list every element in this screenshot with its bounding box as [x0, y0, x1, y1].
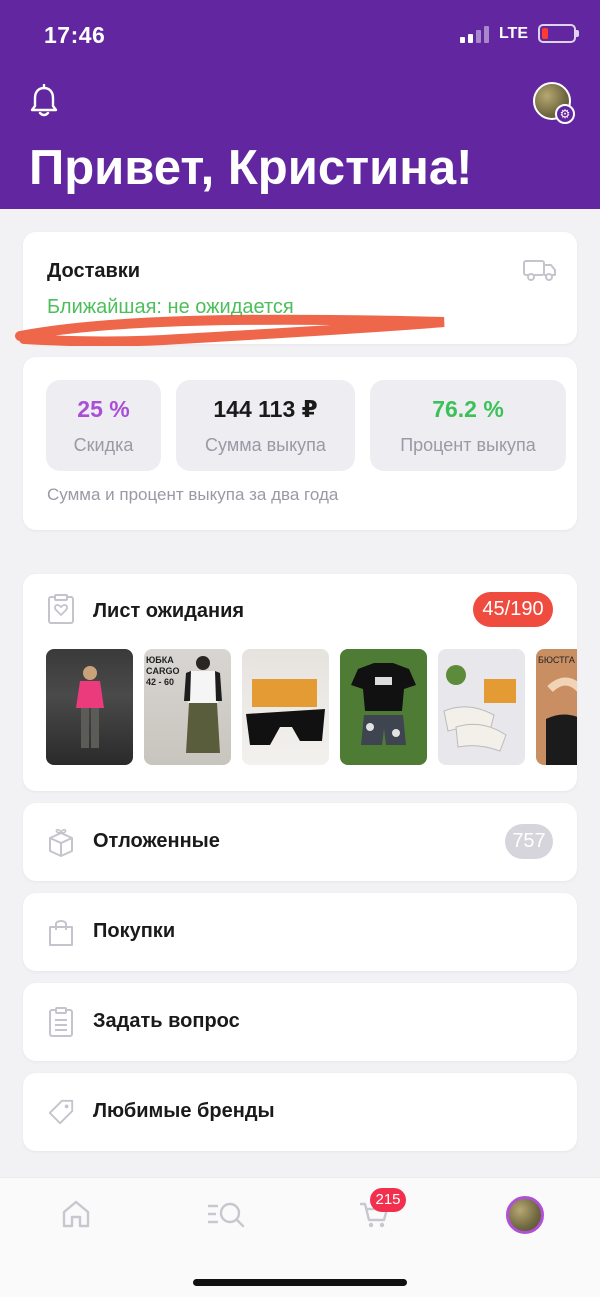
wishlist-count-badge: 45/190: [473, 592, 553, 627]
product-thumbnail[interactable]: [242, 649, 329, 765]
battery-icon: [538, 24, 579, 43]
truck-icon: [523, 260, 556, 281]
product-thumbnail[interactable]: БЮСТГА: [536, 649, 577, 765]
wishlist-thumbnails: ЮБКА CARGO 42 - 60 БЮСТГА: [46, 649, 577, 765]
ask-question-label: Задать вопрос: [93, 1010, 240, 1032]
thumb-text: БЮСТГА: [538, 655, 575, 665]
product-thumbnail[interactable]: [438, 649, 525, 765]
favorite-brands-label: Любимые бренды: [93, 1100, 275, 1122]
status-indicators: LTE: [459, 24, 579, 43]
profile-avatar[interactable]: ⚙: [533, 82, 575, 124]
stat-purchase-sum-label: Сумма выкупа: [205, 435, 326, 455]
stat-discount-value: 25 %: [77, 396, 130, 422]
deliveries-status: Ближайшая: не ожидается: [47, 296, 294, 318]
gear-icon[interactable]: ⚙: [555, 104, 575, 124]
deferred-count-badge: 757: [505, 824, 553, 859]
clipboard-list-icon: [49, 1007, 73, 1037]
thumb-text: ЮБКА: [146, 655, 174, 665]
greeting-title: Привет, Кристина!: [29, 141, 473, 195]
tag-icon: [48, 1099, 74, 1125]
stat-purchase-percent-label: Процент выкупа: [400, 435, 536, 455]
clipboard-heart-icon: [48, 594, 74, 624]
bell-icon[interactable]: [28, 84, 60, 118]
thumb-text: CARGO: [146, 666, 180, 676]
catalog-search-icon[interactable]: [206, 1198, 246, 1230]
gift-box-icon: [49, 828, 73, 857]
menu-item-ask-question[interactable]: Задать вопрос: [23, 983, 577, 1061]
profile-tab-avatar[interactable]: [506, 1196, 544, 1234]
header: 17:46 LTE ⚙ Привет, Кристина!: [0, 0, 600, 209]
stat-purchase-percent-value: 76.2 %: [432, 396, 504, 422]
product-thumbnail[interactable]: [340, 649, 427, 765]
product-thumbnail[interactable]: ЮБКА CARGO 42 - 60: [144, 649, 231, 765]
deferred-label: Отложенные: [93, 830, 220, 852]
status-time: 17:46: [44, 22, 106, 48]
stat-purchase-sum-value: 144 113 ₽: [213, 396, 318, 422]
signal-icon: [459, 25, 489, 43]
deliveries-title: Доставки: [47, 260, 141, 282]
cart-count-badge: 215: [370, 1188, 406, 1212]
stats-note: Сумма и процент выкупа за два года: [47, 485, 339, 504]
thumb-text: 42 - 60: [146, 677, 175, 687]
product-thumbnail[interactable]: [46, 649, 133, 765]
stat-purchase-percent: 76.2 % Процент выкупа: [370, 380, 566, 471]
deliveries-card[interactable]: Доставки Ближайшая: не ожидается: [23, 232, 577, 344]
shopping-bag-icon: [49, 920, 73, 946]
stat-discount-label: Скидка: [73, 435, 134, 455]
menu-item-favorite-brands[interactable]: Любимые бренды: [23, 1073, 577, 1151]
stat-discount: 25 % Скидка: [46, 380, 161, 471]
stat-purchase-sum: 144 113 ₽ Сумма выкупа: [176, 380, 355, 471]
home-icon[interactable]: [60, 1198, 92, 1230]
wishlist-card[interactable]: Лист ожидания 45/190 ЮБКА CARGO 42 - 60: [23, 574, 577, 791]
menu-item-deferred[interactable]: Отложенные 757: [23, 803, 577, 881]
purchases-label: Покупки: [93, 920, 176, 942]
menu-item-purchases[interactable]: Покупки: [23, 893, 577, 971]
network-type: LTE: [498, 24, 528, 42]
wishlist-title: Лист ожидания: [93, 600, 245, 622]
home-indicator: [193, 1279, 407, 1286]
stats-card: 25 % Скидка 144 113 ₽ Сумма выкупа 76.2 …: [23, 357, 577, 530]
